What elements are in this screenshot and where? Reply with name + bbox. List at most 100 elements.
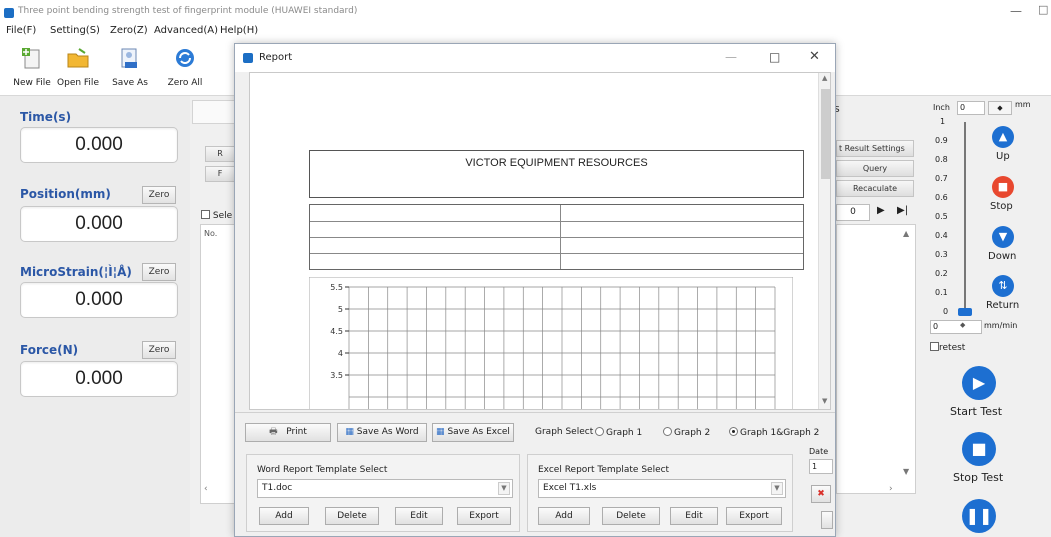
date-field[interactable]: 1	[809, 459, 833, 474]
graph1-radio[interactable]: Graph 1	[595, 427, 642, 438]
inch-field[interactable]: 0	[957, 101, 985, 115]
word-delete-button[interactable]: Delete	[325, 507, 379, 525]
report-preview[interactable]: VICTOR EQUIPMENT RESOURCES 5.5 5 4.5 4 3.5 ▲…	[249, 72, 831, 410]
result-settings-button[interactable]: t Result Settings	[836, 140, 914, 157]
graph12-radio[interactable]: Graph 1&Graph 2	[729, 427, 819, 438]
word-add-button[interactable]: Add	[259, 507, 309, 525]
report-title-bar: Report — □ ✕	[235, 44, 835, 72]
retest-label: retest	[939, 343, 966, 353]
word-export-button[interactable]: Export	[457, 507, 511, 525]
minimize-icon[interactable]: —	[725, 50, 737, 64]
last-page-icon[interactable]: ▶|	[897, 205, 908, 216]
speed-field[interactable]: 0	[930, 320, 982, 334]
scroll-right-icon[interactable]: ›	[889, 484, 893, 494]
report-dialog: Report — □ ✕ VICTOR EQUIPMENT RESOURCES …	[234, 43, 836, 537]
force-zero-button[interactable]: Zero	[142, 341, 176, 359]
scroll-down-icon[interactable]: ▼	[903, 467, 909, 476]
scroll-up-icon[interactable]: ▲	[903, 229, 909, 238]
close-icon[interactable]: ✕	[809, 49, 820, 64]
scroll-down-icon[interactable]: ▼	[822, 397, 827, 405]
print-button[interactable]: 🖶 Print	[245, 423, 331, 442]
radio-icon	[663, 427, 672, 436]
delete-x-button[interactable]: ✖	[811, 485, 831, 503]
page-number-field[interactable]: 0	[836, 204, 870, 221]
start-test-button[interactable]: ▶	[962, 366, 996, 400]
word-group-label: Word Report Template Select	[257, 465, 388, 475]
word-edit-button[interactable]: Edit	[395, 507, 443, 525]
menu-setting[interactable]: Setting(S)	[50, 25, 100, 36]
menu-help[interactable]: Help(H)	[220, 25, 258, 36]
new-file-button[interactable]: New File	[10, 46, 54, 92]
scroll-left-icon[interactable]: ‹	[204, 484, 208, 494]
return-button[interactable]: ⇅	[992, 275, 1014, 297]
save-as-excel-button[interactable]: ▦ Save As Excel	[432, 423, 514, 442]
maximize-icon[interactable]: □	[1038, 3, 1048, 16]
menu-zero[interactable]: Zero(Z)	[110, 25, 148, 36]
speed-spinner-icon[interactable]: ◆	[960, 321, 965, 329]
minimize-icon[interactable]: —	[1010, 4, 1022, 18]
graph2-radio[interactable]: Graph 2	[663, 427, 710, 438]
down-arrow-icon: ▼	[998, 230, 1008, 243]
y-tick-label: 5	[338, 305, 343, 314]
recalculate-button[interactable]: Recaculate	[836, 180, 914, 197]
excel-template-value: Excel T1.xls	[543, 483, 597, 493]
menu-file[interactable]: File(F)	[6, 25, 36, 36]
save-excel-label: Save As Excel	[447, 427, 510, 437]
time-value: 0.000	[20, 127, 178, 163]
up-label: Up	[996, 151, 1010, 162]
stop-test-button[interactable]: ■	[962, 432, 996, 466]
microstrain-zero-button[interactable]: Zero	[142, 263, 176, 281]
company-name: VICTOR EQUIPMENT RESOURCES	[465, 157, 648, 169]
pause-button[interactable]: ❚❚	[962, 499, 996, 533]
radio-icon	[595, 427, 604, 436]
select-label: Sele	[212, 211, 233, 221]
data-table[interactable]	[200, 224, 235, 504]
save-as-button[interactable]: Save As	[108, 46, 152, 92]
app-icon	[4, 8, 14, 18]
retest-checkbox[interactable]: retest	[930, 342, 965, 353]
stop-test-label: Stop Test	[953, 471, 1004, 484]
unit-spinner[interactable]: ◆	[988, 101, 1012, 115]
down-button[interactable]: ▼	[992, 226, 1014, 248]
next-page-icon[interactable]: ▶	[877, 205, 885, 216]
query-button[interactable]: Query	[836, 160, 914, 177]
scale-tick: 0.4	[935, 231, 948, 240]
fragment-button[interactable]	[821, 511, 833, 529]
excel-export-button[interactable]: Export	[726, 507, 782, 525]
excel-template-select[interactable]: Excel T1.xls ▼	[538, 479, 786, 498]
scrollbar-thumb[interactable]	[821, 89, 830, 179]
save-as-word-button[interactable]: ▦ Save As Word	[337, 423, 427, 442]
scale-tick: 0.6	[935, 193, 948, 202]
stop-button[interactable]: ■	[992, 176, 1014, 198]
fragment-button-f[interactable]: F	[205, 166, 235, 182]
scroll-up-icon[interactable]: ▲	[822, 74, 827, 82]
up-button[interactable]: ▲	[992, 126, 1014, 148]
zero-all-button[interactable]: Zero All	[163, 46, 207, 92]
position-zero-button[interactable]: Zero	[142, 186, 176, 204]
excel-delete-button[interactable]: Delete	[602, 507, 660, 525]
position-value: 0.000	[20, 206, 178, 242]
maximize-icon[interactable]: □	[769, 50, 780, 64]
return-label: Return	[986, 300, 1020, 311]
result-table[interactable]	[836, 224, 916, 494]
tab-fragment[interactable]	[192, 100, 235, 124]
stop-square-icon: ■	[971, 439, 987, 458]
preview-scrollbar[interactable]: ▲ ▼	[818, 73, 830, 409]
excel-add-button[interactable]: Add	[538, 507, 590, 525]
menu-advanced[interactable]: Advanced(A)	[154, 25, 218, 36]
open-file-button[interactable]: Open File	[56, 46, 100, 92]
position-slider-track[interactable]	[964, 122, 966, 314]
play-icon: ▶	[972, 373, 986, 392]
new-file-label: New File	[13, 78, 51, 88]
word-template-select[interactable]: T1.doc ▼	[257, 479, 513, 498]
excel-edit-button[interactable]: Edit	[670, 507, 718, 525]
word-icon: ▦	[345, 427, 354, 437]
stop-square-icon: ■	[997, 180, 1009, 193]
word-template-value: T1.doc	[262, 483, 293, 493]
fragment-button-r[interactable]: R	[205, 146, 235, 162]
select-checkbox[interactable]: Sele	[201, 210, 232, 221]
graph1-label: Graph 1	[606, 428, 643, 438]
mm-label: mm	[1015, 100, 1031, 109]
slider-handle[interactable]	[958, 308, 972, 316]
chevron-down-icon: ▼	[498, 482, 510, 495]
